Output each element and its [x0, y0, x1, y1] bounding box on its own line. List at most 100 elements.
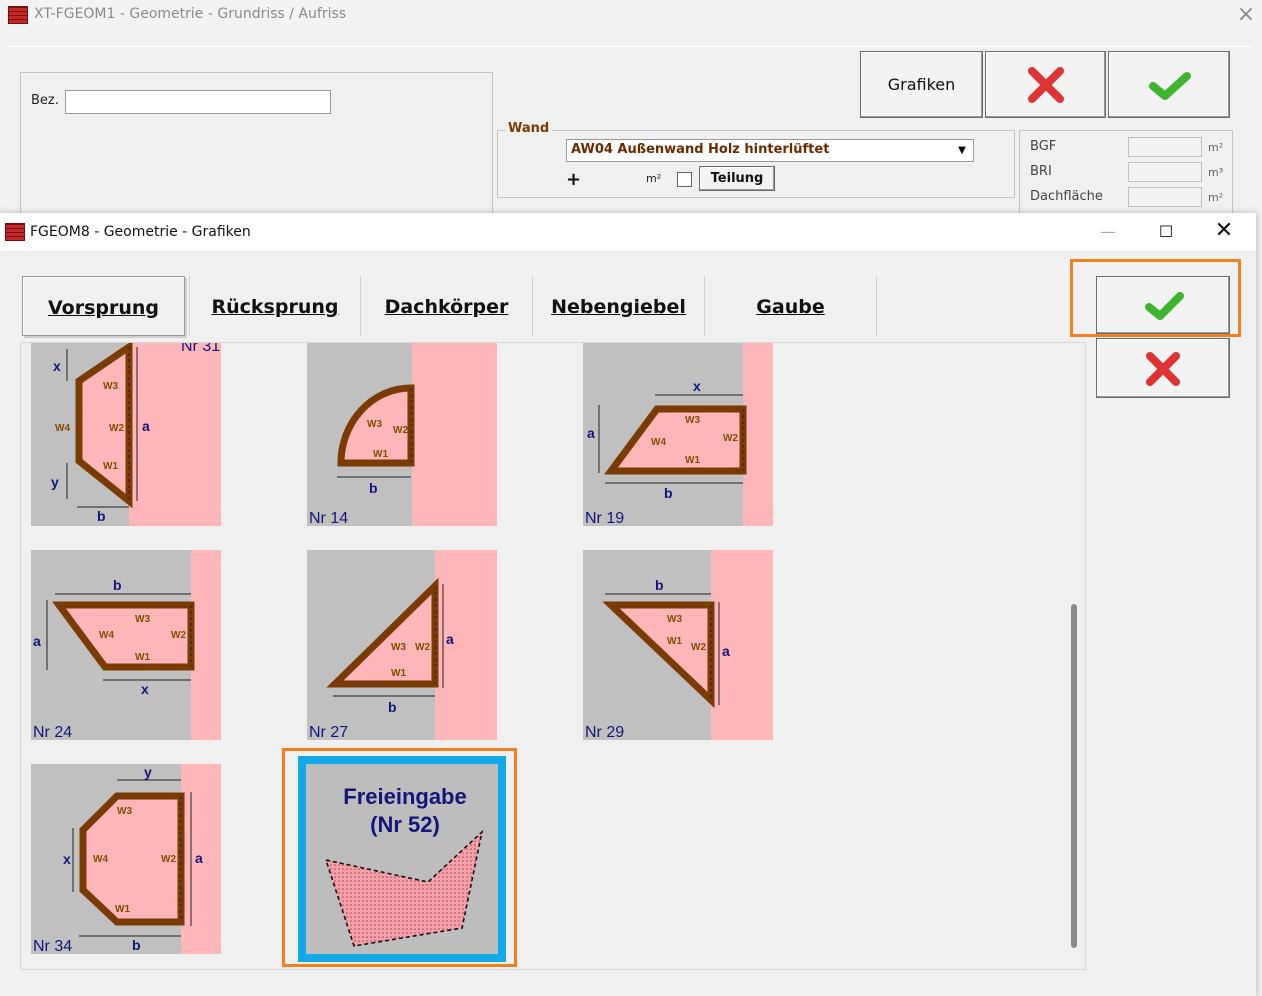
dialog-cancel-button[interactable] [1096, 338, 1230, 398]
chevron-down-icon[interactable]: ▼ [952, 141, 972, 160]
minimize-button[interactable]: — [1094, 218, 1122, 246]
stat-label-bgf: BGF [1030, 139, 1057, 154]
maximize-button[interactable]: ☐ [1152, 218, 1180, 246]
stat-unit-bgf: m² [1208, 141, 1224, 154]
tile-nr-label: Nr 34 [33, 938, 72, 954]
wand-checkbox[interactable] [677, 172, 692, 187]
dim-label: a [142, 418, 150, 434]
stat-label-bri: BRI [1030, 164, 1052, 179]
dim-label: a [446, 631, 454, 647]
green-check-icon [1145, 292, 1184, 320]
shape-drawing: Nr 34 y x a b W1 W2 W3 W4 [31, 764, 221, 954]
wall-label: W2 [691, 642, 706, 653]
wall-label: W2 [171, 630, 186, 641]
dim-label: b [113, 577, 122, 593]
dim-label: b [97, 508, 106, 524]
shape-tile-nr29[interactable]: Nr 29 b a W1 W2 W3 [583, 550, 773, 740]
stat-input-dachflaeche[interactable] [1128, 187, 1202, 207]
wall-label: W3 [117, 806, 132, 817]
dim-label: x [63, 851, 71, 867]
stat-input-bgf[interactable] [1128, 137, 1202, 157]
tile-nr-label: Nr 24 [33, 724, 72, 740]
wand-select[interactable]: AW04 Außenwand Holz hinterlüftet [566, 139, 974, 162]
green-check-icon [1149, 72, 1191, 100]
wall-label: W3 [391, 642, 406, 653]
shape-drawing: Nr 31 x a y b W1 W2 W3 W4 [31, 343, 221, 526]
shape-tile-nr24[interactable]: Nr 24 b a x W1 W2 W3 W4 [31, 550, 221, 740]
wall-label: W1 [667, 636, 682, 647]
wall-label: W2 [393, 425, 408, 436]
wall-label: W1 [373, 449, 388, 460]
dim-label: b [388, 699, 397, 715]
wall-label: W4 [99, 630, 114, 641]
wall-label: W3 [667, 614, 682, 625]
dim-label: b [655, 577, 664, 593]
shape-tile-nr34[interactable]: Nr 34 y x a b W1 W2 W3 W4 [31, 764, 221, 954]
wall-label: W2 [161, 854, 176, 865]
shape-tile-nr19[interactable]: Nr 19 x a b W1 W2 W3 W4 [583, 343, 773, 526]
app-brick-icon [8, 6, 28, 24]
tab-gaube[interactable]: Gaube [705, 276, 877, 336]
bez-input[interactable] [65, 90, 331, 114]
background-window-title: XT-FGEOM1 - Geometrie - Grundriss / Aufr… [34, 6, 347, 22]
dim-label: b [664, 485, 673, 501]
teilung-button[interactable]: Teilung [699, 166, 775, 191]
shape-tile-nr31[interactable]: Nr 31 x a y b W1 W2 W3 W4 [31, 343, 221, 526]
stat-unit-dachflaeche: m² [1208, 191, 1224, 204]
stat-input-bri[interactable] [1128, 162, 1202, 182]
tile-nr-label: Nr 29 [585, 724, 624, 740]
wall-label: W4 [93, 854, 108, 865]
wall-label: W1 [115, 904, 130, 915]
dim-label: x [53, 358, 61, 374]
dim-label: y [51, 474, 59, 490]
stat-label-dachflaeche: Dachfläche [1030, 189, 1103, 204]
dialog-ok-button[interactable] [1096, 276, 1230, 334]
shape-tile-nr27[interactable]: Nr 27 a b W1 W2 W3 [307, 550, 497, 740]
shape-drawing: Nr 27 a b W1 W2 W3 [307, 550, 497, 740]
tile-nr-label: Nr 31 [181, 343, 220, 355]
bez-label: Bez. [31, 93, 59, 108]
dim-label: a [195, 850, 203, 866]
wand-label: Wand [505, 121, 553, 136]
tab-ruecksprung[interactable]: Rücksprung [189, 276, 361, 336]
wall-label: W3 [685, 415, 700, 426]
wall-label: W2 [109, 423, 124, 434]
background-ok-button[interactable] [1108, 51, 1230, 118]
wand-add-button[interactable]: + [566, 169, 581, 190]
tab-dachkoerper[interactable]: Dachkörper [361, 276, 533, 336]
dim-label: y [144, 764, 152, 780]
tab-nebengiebel[interactable]: Nebengiebel [533, 276, 705, 336]
dim-label: a [33, 633, 41, 649]
tile-nr-label: Nr 14 [309, 510, 348, 526]
dialog-close-button[interactable]: ✕ [1210, 217, 1238, 245]
stat-unit-bri: m³ [1208, 166, 1224, 179]
scrollbar-thumb[interactable] [1071, 604, 1077, 948]
wall-label: W4 [651, 437, 666, 448]
wall-label: W3 [367, 419, 382, 430]
background-close-button[interactable]: × [1232, 1, 1260, 29]
dim-label: x [693, 378, 701, 394]
wand-unit-label: m² [646, 172, 662, 185]
wall-label: W3 [103, 381, 118, 392]
wall-label: W1 [135, 652, 150, 663]
free-polygon-icon [324, 829, 484, 947]
dim-label: a [587, 425, 595, 441]
shape-drawing: Nr 19 x a b W1 W2 W3 W4 [583, 343, 773, 526]
shape-drawing: Nr 14 b W1 W2 W3 [307, 343, 497, 526]
red-x-icon [1028, 67, 1064, 103]
wall-label: W2 [723, 433, 738, 444]
background-cancel-button[interactable] [985, 51, 1106, 118]
dim-label: x [141, 681, 149, 697]
tab-vorsprung[interactable]: Vorsprung [22, 276, 185, 336]
wall-label: W1 [103, 461, 118, 472]
dialog-title: FGEOM8 - Geometrie - Grafiken [30, 224, 251, 240]
shape-tile-nr14[interactable]: Nr 14 b W1 W2 W3 [307, 343, 497, 526]
grafiken-button[interactable]: Grafiken [860, 51, 983, 118]
red-x-icon [1146, 352, 1180, 386]
wall-label: W2 [415, 642, 430, 653]
wall-label: W1 [685, 455, 700, 466]
dim-label: b [369, 480, 378, 496]
wall-label: W1 [391, 668, 406, 679]
tile-nr-label: Nr 27 [309, 724, 348, 740]
tile-nr-label: Nr 19 [585, 510, 624, 526]
